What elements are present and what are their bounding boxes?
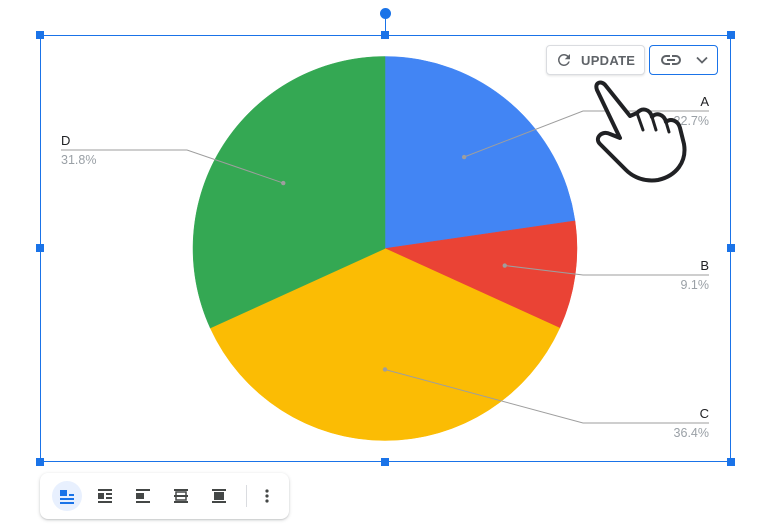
behind-text-button[interactable]	[166, 481, 196, 511]
wrap-text-icon	[98, 489, 112, 503]
update-button-label: UPDATE	[581, 52, 636, 68]
chevron-down-icon	[696, 56, 708, 64]
inline-text-button[interactable]	[52, 481, 82, 511]
hand-pointer-cursor-icon	[594, 80, 687, 183]
link-options-button[interactable]	[649, 45, 718, 75]
update-button[interactable]: UPDATE	[546, 45, 645, 75]
in-front-of-text-button[interactable]	[204, 481, 234, 511]
link-icon	[661, 55, 681, 65]
leader-dot-a	[461, 154, 467, 160]
pie-slice-a[interactable]	[384, 56, 576, 249]
image-options-toolbar	[40, 473, 289, 519]
break-text-icon	[136, 489, 150, 503]
more-vert-icon	[265, 489, 269, 503]
slice-label-a: A	[700, 94, 709, 109]
slice-percent-b: 9.1%	[681, 278, 710, 292]
leader-dot-b	[502, 263, 507, 268]
wrap-text-button[interactable]	[90, 481, 120, 511]
slice-label-d: D	[61, 133, 70, 148]
toolbar-divider	[246, 485, 247, 507]
leader-dot-d	[281, 180, 286, 186]
break-text-button[interactable]	[128, 481, 158, 511]
behind-text-icon	[174, 489, 188, 503]
slice-label-b: B	[700, 258, 709, 273]
wrap-inline-icon	[60, 490, 74, 504]
slice-percent-c: 36.4%	[674, 426, 709, 440]
refresh-icon	[557, 53, 570, 66]
more-options-button[interactable]	[252, 481, 282, 511]
in-front-of-text-icon	[212, 489, 226, 503]
slice-label-c: C	[700, 406, 709, 421]
slice-percent-d: 31.8%	[61, 153, 96, 167]
leader-dot-c	[382, 367, 388, 372]
